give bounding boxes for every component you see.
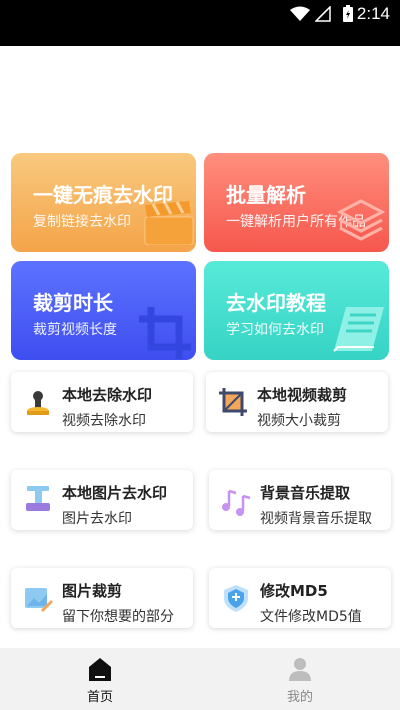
- tab-label: 首页: [86, 690, 113, 705]
- crop-frame-icon: [219, 388, 247, 416]
- tile-remove-watermark[interactable]: 一键无痕去水印 复制链接去水印: [11, 153, 196, 252]
- user-icon: [289, 658, 311, 681]
- tab-mine[interactable]: 我的: [200, 648, 400, 710]
- card-title: 背景音乐提取: [260, 484, 351, 502]
- card-subtitle: 视频大小裁剪: [257, 413, 341, 429]
- card-title: 修改MD5: [260, 582, 328, 600]
- card-subtitle: 视频背景音乐提取: [260, 511, 372, 527]
- tile-batch-parse[interactable]: 批量解析 一键解析用户所有作品: [204, 153, 389, 252]
- clock: 2:14: [356, 4, 390, 23]
- tile-subtitle: 复制链接去水印: [33, 214, 131, 230]
- tile-tutorial[interactable]: 去水印教程 学习如何去水印: [204, 261, 389, 360]
- tab-home[interactable]: 首页: [0, 648, 200, 710]
- battery-icon: [343, 5, 353, 22]
- tab-bar: 首页 我的: [0, 648, 400, 710]
- card-subtitle: 文件修改MD5值: [260, 609, 362, 625]
- card-extract-bgm[interactable]: 背景音乐提取 视频背景音乐提取: [209, 470, 391, 530]
- card-modify-md5[interactable]: 修改MD5 文件修改MD5值: [209, 568, 391, 628]
- tile-trim-duration[interactable]: 裁剪时长 裁剪视频长度: [11, 261, 196, 360]
- image-stamp-icon: [26, 486, 50, 511]
- status-bar: 2:14: [0, 0, 400, 46]
- card-title: 本地去除水印: [62, 386, 153, 404]
- book-icon: [333, 307, 384, 352]
- card-title: 本地图片去水印: [62, 484, 168, 502]
- signal-icon: [315, 6, 331, 22]
- card-title: 图片裁剪: [62, 582, 123, 600]
- card-subtitle: 留下你想要的部分: [62, 609, 174, 625]
- wifi-icon: [290, 6, 310, 21]
- home-icon: [89, 658, 111, 681]
- crop-icon: [139, 307, 191, 359]
- card-local-video-crop[interactable]: 本地视频裁剪 视频大小裁剪: [206, 372, 388, 432]
- card-local-remove-watermark[interactable]: 本地去除水印 视频去除水印: [11, 372, 193, 432]
- tile-subtitle: 学习如何去水印: [226, 322, 324, 338]
- tab-label: 我的: [286, 690, 313, 705]
- stamp-icon: [27, 391, 49, 415]
- layers-icon: [336, 199, 386, 241]
- tile-subtitle: 裁剪视频长度: [33, 322, 117, 338]
- tile-title: 批量解析: [226, 183, 306, 207]
- tile-title: 裁剪时长: [33, 291, 113, 315]
- tile-title: 去水印教程: [226, 291, 326, 315]
- film-clapper-icon: [144, 201, 194, 245]
- card-subtitle: 图片去水印: [62, 511, 132, 527]
- card-local-image-remove-watermark[interactable]: 本地图片去水印 图片去水印: [11, 470, 193, 530]
- music-note-icon: [222, 489, 251, 516]
- card-image-crop[interactable]: 图片裁剪 留下你想要的部分: [11, 568, 193, 628]
- shield-icon: [224, 585, 248, 612]
- card-subtitle: 视频去除水印: [62, 413, 146, 429]
- image-edit-icon: [25, 588, 53, 612]
- card-title: 本地视频裁剪: [257, 386, 348, 404]
